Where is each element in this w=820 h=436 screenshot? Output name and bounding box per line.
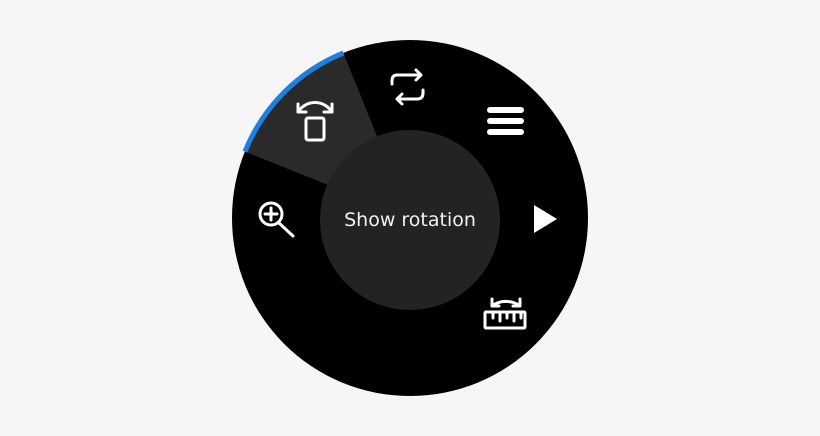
center-label[interactable]: Show rotation bbox=[320, 130, 500, 310]
watch-screen: Show rotation bbox=[0, 0, 820, 436]
